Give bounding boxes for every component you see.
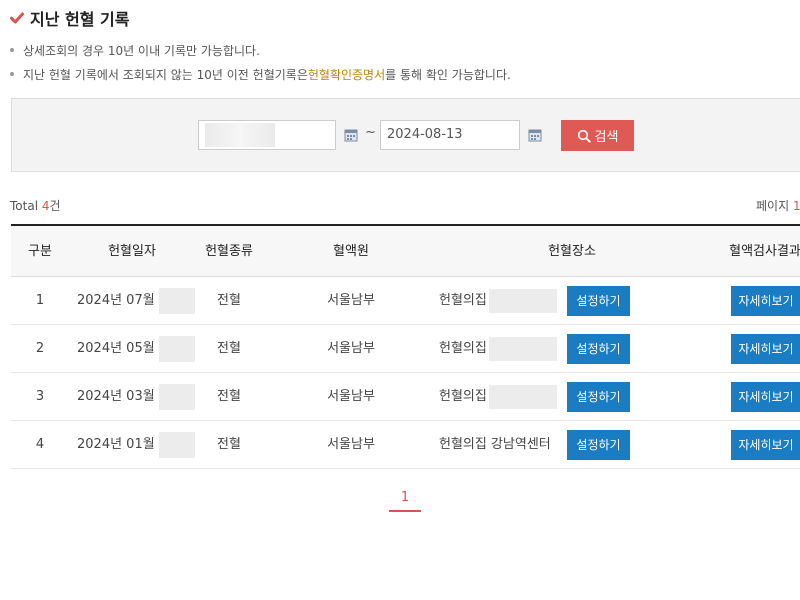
start-date-input[interactable]	[198, 120, 336, 150]
donation-history-table: 구분 헌혈일자 헌혈종류 혈액원 헌혈장소 혈액검사결과 1 2024년 07월…	[11, 224, 800, 469]
column-header-no: 구분	[28, 244, 52, 259]
table-row: 3 2024년 03월 전혈 서울남부 헌혈의집 설정하기 자세히보기	[11, 373, 800, 421]
row-place: 헌혈의집	[439, 373, 557, 421]
row-date-text: 2024년 01월	[77, 437, 155, 452]
certificate-link[interactable]: 헌혈확인증명서	[308, 66, 385, 83]
row-center: 서울남부	[327, 437, 375, 452]
notice-item: 상세조회의 경우 10년 이내 기록만 가능합니다.	[10, 38, 511, 62]
redacted-day	[158, 431, 195, 458]
row-place: 헌혈의집	[439, 277, 557, 325]
page-label: 페이지	[756, 199, 793, 213]
page-indicator: 페이지 1	[756, 197, 800, 214]
redacted-place	[488, 336, 557, 361]
column-header-center: 혈액원	[333, 244, 369, 259]
row-date-text: 2024년 07월	[77, 293, 155, 308]
row-date: 2024년 01월	[77, 421, 195, 469]
redacted-day	[158, 335, 195, 362]
set-button[interactable]: 설정하기	[567, 334, 630, 364]
redacted-date	[205, 123, 275, 147]
date-range-separator: ~	[365, 125, 376, 140]
row-date-text: 2024년 03월	[77, 389, 155, 404]
page-link-current[interactable]: 1	[389, 490, 421, 510]
page-current: 1	[792, 199, 800, 213]
redacted-place	[488, 384, 557, 409]
notice-text: 상세조회의 경우 10년 이내 기록만 가능합니다.	[23, 43, 260, 58]
total-count: Total 4건	[10, 197, 61, 214]
pagination: 1	[389, 490, 421, 512]
column-header-result: 혈액검사결과	[729, 244, 800, 259]
row-type: 전혈	[217, 341, 241, 356]
table-row: 4 2024년 01월 전혈 서울남부 헌혈의집 강남역센터 설정하기 자세히보…	[11, 421, 800, 469]
row-no: 4	[35, 437, 45, 452]
detail-button[interactable]: 자세히보기	[731, 382, 800, 412]
set-button[interactable]: 설정하기	[567, 382, 630, 412]
calendar-icon[interactable]	[344, 128, 358, 142]
row-type: 전혈	[217, 293, 241, 308]
search-icon	[577, 129, 591, 143]
column-header-place: 헌혈장소	[548, 244, 596, 259]
row-place-text: 헌혈의집	[439, 389, 487, 404]
search-panel: ~ 2024-08-13 검색	[11, 98, 800, 172]
redacted-day	[158, 287, 195, 314]
row-center: 서울남부	[327, 341, 375, 356]
page-title: 지난 헌혈 기록	[30, 10, 130, 29]
search-button-label: 검색	[594, 129, 619, 144]
total-unit: 건	[49, 199, 61, 213]
table-row: 1 2024년 07월 전혈 서울남부 헌혈의집 설정하기 자세히보기	[11, 277, 800, 325]
row-center: 서울남부	[327, 293, 375, 308]
redacted-day	[158, 383, 195, 410]
notice-text-pre: 지난 헌혈 기록에서 조회되지 않는 10년 이전 헌혈기록은	[23, 67, 308, 82]
row-date: 2024년 07월	[77, 277, 195, 325]
end-date-input[interactable]: 2024-08-13	[380, 120, 520, 150]
notice-text-post: 를 통해 확인 가능합니다.	[385, 67, 511, 82]
row-no: 2	[35, 341, 45, 356]
table-row: 2 2024년 05월 전혈 서울남부 헌혈의집 설정하기 자세히보기	[11, 325, 800, 373]
page-header: 지난 헌혈 기록	[10, 6, 129, 30]
row-date: 2024년 05월	[77, 325, 195, 373]
redacted-place	[488, 288, 557, 313]
checkmark-icon	[10, 12, 24, 24]
row-place-text: 헌혈의집	[439, 341, 487, 356]
detail-button[interactable]: 자세히보기	[731, 430, 800, 460]
row-center: 서울남부	[327, 389, 375, 404]
calendar-icon[interactable]	[528, 128, 542, 142]
notice-item: 지난 헌혈 기록에서 조회되지 않는 10년 이전 헌혈기록은 헌혈확인증명서 를…	[10, 62, 511, 86]
total-label: Total	[10, 199, 42, 213]
active-page-underline	[389, 510, 421, 512]
set-button[interactable]: 설정하기	[567, 286, 630, 316]
row-no: 3	[35, 389, 45, 404]
bullet-icon	[10, 48, 14, 52]
row-date-text: 2024년 05월	[77, 341, 155, 356]
row-type: 전혈	[217, 437, 241, 452]
row-place-text: 헌혈의집 강남역센터	[439, 437, 551, 452]
row-type: 전혈	[217, 389, 241, 404]
row-place: 헌혈의집 강남역센터	[439, 421, 551, 469]
row-date: 2024년 03월	[77, 373, 195, 421]
search-button[interactable]: 검색	[561, 120, 634, 151]
detail-button[interactable]: 자세히보기	[731, 334, 800, 364]
row-place: 헌혈의집	[439, 325, 557, 373]
table-header: 구분 헌혈일자 헌혈종류 혈액원 헌혈장소 혈액검사결과	[11, 226, 800, 277]
notice-list: 상세조회의 경우 10년 이내 기록만 가능합니다. 지난 헌혈 기록에서 조회…	[10, 38, 511, 86]
row-no: 1	[35, 293, 45, 308]
row-place-text: 헌혈의집	[439, 293, 487, 308]
column-header-type: 헌혈종류	[205, 244, 253, 259]
bullet-icon	[10, 72, 14, 76]
detail-button[interactable]: 자세히보기	[731, 286, 800, 316]
column-header-date: 헌혈일자	[108, 244, 156, 259]
set-button[interactable]: 설정하기	[567, 430, 630, 460]
